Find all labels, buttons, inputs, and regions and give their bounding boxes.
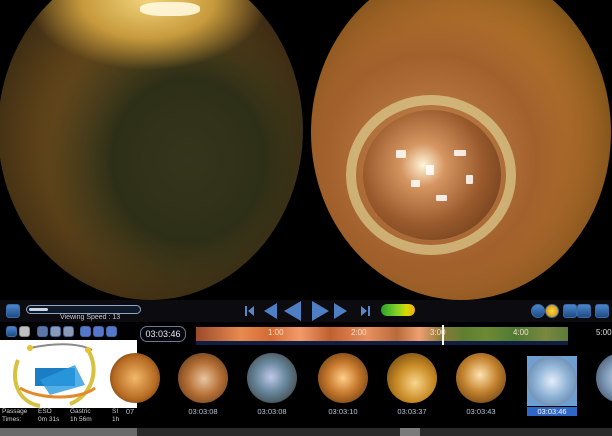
thumbnail-time: 03:03:37 bbox=[397, 407, 427, 416]
quad-view-icon[interactable] bbox=[50, 326, 61, 337]
speck bbox=[466, 175, 473, 184]
thumbnail[interactable] bbox=[596, 353, 612, 403]
thumbnail-time: 07 bbox=[125, 407, 135, 416]
thumbnail[interactable] bbox=[178, 353, 228, 403]
skip-forward-icon[interactable] bbox=[361, 306, 367, 316]
thumbnail[interactable] bbox=[387, 353, 437, 403]
thumbnail-selected[interactable] bbox=[527, 356, 577, 406]
view-mode-icon[interactable] bbox=[37, 326, 48, 337]
brightness-icon[interactable] bbox=[545, 304, 559, 318]
speck bbox=[454, 150, 466, 156]
step-back-icon[interactable] bbox=[264, 303, 277, 319]
gastric-time: 1h 56m bbox=[70, 416, 92, 423]
skip-back-icon[interactable] bbox=[245, 306, 247, 316]
glare-highlight bbox=[140, 2, 200, 16]
left-endoscopy-view bbox=[0, 0, 306, 300]
speck bbox=[411, 180, 420, 187]
thumbnail-image bbox=[318, 353, 368, 403]
settings-icon[interactable] bbox=[595, 304, 609, 318]
thumbnail-time: 03:03:08 bbox=[257, 407, 287, 416]
thumbnail-image bbox=[178, 353, 228, 403]
gastric-label: Gastric bbox=[70, 408, 91, 415]
thumbnail[interactable] bbox=[318, 353, 368, 403]
eso-label: ESO bbox=[38, 408, 52, 415]
tract-path bbox=[29, 343, 93, 351]
speed-slider-fill bbox=[29, 308, 48, 311]
thumbnail-scrollbar-thumb[interactable] bbox=[400, 428, 420, 436]
passage-title: Times: bbox=[2, 416, 22, 423]
bookmark-icon[interactable] bbox=[563, 304, 577, 318]
marker-dot bbox=[85, 347, 91, 353]
play-icon[interactable] bbox=[312, 301, 329, 321]
grid-view-icon[interactable] bbox=[63, 326, 74, 337]
right-endoscopy-view bbox=[306, 0, 612, 300]
thumbnail-image bbox=[527, 356, 577, 406]
marker-dot bbox=[27, 345, 33, 351]
thumbnail-image bbox=[596, 353, 612, 403]
report-icon[interactable] bbox=[577, 304, 591, 318]
zoom-icon[interactable] bbox=[531, 304, 545, 318]
speck bbox=[436, 195, 447, 201]
thumbnail-image bbox=[456, 353, 506, 403]
capsule-image bbox=[363, 110, 501, 240]
thumbnail-image bbox=[387, 353, 437, 403]
timeline-tick: 1:00 bbox=[268, 328, 284, 337]
play-mode-icon[interactable] bbox=[80, 326, 91, 337]
dual-play-icon[interactable] bbox=[93, 326, 104, 337]
thumbnail-time-selected: 03:03:46 bbox=[527, 407, 577, 416]
thumbnail-image bbox=[110, 353, 160, 403]
end-time-label: 5:00 bbox=[596, 328, 612, 337]
timeline-tick: 2:00 bbox=[351, 328, 367, 337]
rewind-icon[interactable] bbox=[284, 301, 301, 321]
speck bbox=[396, 150, 406, 158]
thumbnail[interactable] bbox=[110, 353, 160, 403]
thumbnail-time: 03:03:08 bbox=[188, 407, 218, 416]
map-scrollbar[interactable] bbox=[0, 428, 137, 436]
thumbnail-scrollbar[interactable] bbox=[137, 428, 612, 436]
thumbnail-time: 03:03:43 bbox=[466, 407, 496, 416]
thumbnail[interactable] bbox=[247, 353, 297, 403]
timeline-tick: 4:00 bbox=[513, 328, 529, 337]
current-time-display: 03:03:46 bbox=[140, 326, 186, 342]
skip-back-icon[interactable] bbox=[248, 306, 254, 316]
step-forward-icon[interactable] bbox=[334, 303, 347, 319]
battery-icon bbox=[381, 304, 415, 316]
layout-single-icon[interactable] bbox=[6, 326, 17, 337]
speed-slider[interactable] bbox=[26, 305, 141, 314]
eso-time: 0m 31s bbox=[38, 416, 60, 423]
left-endoscopy-image bbox=[0, 0, 303, 300]
timeline-tick: 3:00 bbox=[430, 328, 446, 337]
thumbnail[interactable] bbox=[456, 353, 506, 403]
viewing-speed-label: Viewing Speed : 13 bbox=[60, 314, 121, 321]
speck bbox=[426, 165, 434, 175]
layout-dual-icon[interactable] bbox=[19, 326, 30, 337]
skip-forward-icon[interactable] bbox=[368, 306, 370, 316]
thumbnail-time: 03:03:10 bbox=[328, 407, 358, 416]
passage-title: Passage bbox=[2, 408, 28, 415]
quad-play-icon[interactable] bbox=[106, 326, 117, 337]
undo-icon[interactable] bbox=[6, 304, 20, 318]
thumbnail-image bbox=[247, 353, 297, 403]
sb-time: 1h bbox=[112, 416, 120, 423]
